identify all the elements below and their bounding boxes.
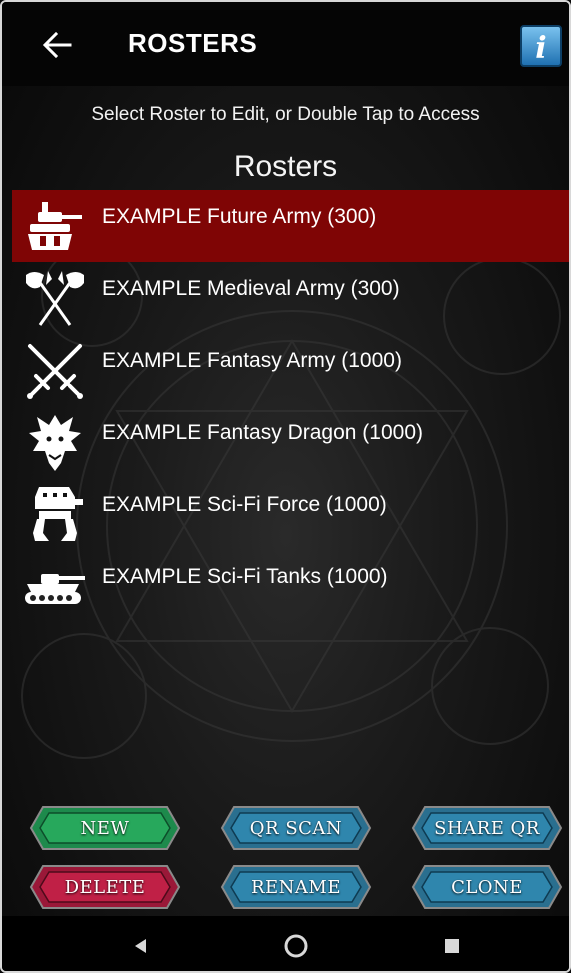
roster-label: EXAMPLE Future Army (300) <box>102 205 377 228</box>
roster-list: EXAMPLE Future Army (300) EXAMPLE Mediev… <box>12 190 569 622</box>
system-navigation-bar <box>2 916 569 971</box>
roster-label: EXAMPLE Fantasy Dragon (1000) <box>102 421 423 444</box>
new-button-label: NEW <box>80 817 130 839</box>
list-item[interactable]: EXAMPLE Future Army (300) <box>12 190 569 262</box>
svg-text:i: i <box>535 31 546 66</box>
delete-button[interactable]: DELETE <box>29 864 181 910</box>
list-item[interactable]: EXAMPLE Sci-Fi Tanks (1000) <box>12 550 569 622</box>
info-icon: i <box>520 25 562 67</box>
list-item[interactable]: EXAMPLE Fantasy Army (1000) <box>12 334 569 406</box>
app-screen: ROSTERS i Select Roster to Edit, or Doub… <box>0 0 571 973</box>
top-app-bar: ROSTERS i <box>2 2 569 86</box>
mech-head-icon <box>16 193 94 259</box>
walker-mech-icon <box>16 481 94 547</box>
info-button[interactable]: i <box>520 25 562 67</box>
nav-home-button[interactable] <box>276 930 316 962</box>
qr-scan-button[interactable]: QR SCAN <box>220 805 372 851</box>
list-item[interactable]: EXAMPLE Fantasy Dragon (1000) <box>12 406 569 478</box>
list-item[interactable]: EXAMPLE Medieval Army (300) <box>12 262 569 334</box>
clone-button-label: CLONE <box>451 876 523 898</box>
clone-button[interactable]: CLONE <box>411 864 563 910</box>
square-recents-icon <box>445 939 459 953</box>
share-qr-button-label: SHARE QR <box>434 817 540 839</box>
triangle-back-icon <box>135 939 146 953</box>
qr-scan-button-label: QR SCAN <box>249 817 343 839</box>
roster-label: EXAMPLE Sci-Fi Force (1000) <box>102 493 387 516</box>
circle-home-icon <box>284 934 308 958</box>
page-title: ROSTERS <box>128 28 258 58</box>
tank-icon <box>16 553 94 619</box>
new-button[interactable]: NEW <box>29 805 181 851</box>
crossed-swords-icon <box>16 337 94 403</box>
roster-label: EXAMPLE Medieval Army (300) <box>102 277 400 300</box>
roster-label: EXAMPLE Fantasy Army (1000) <box>102 349 402 372</box>
rename-button-label: RENAME <box>250 876 341 898</box>
delete-button-label: DELETE <box>64 876 146 898</box>
nav-recents-button[interactable] <box>432 930 472 962</box>
list-item[interactable]: EXAMPLE Sci-Fi Force (1000) <box>12 478 569 550</box>
arrow-left-icon <box>42 32 72 58</box>
roster-label: EXAMPLE Sci-Fi Tanks (1000) <box>102 565 388 588</box>
back-button[interactable] <box>32 24 82 66</box>
section-heading: Rosters <box>233 150 338 183</box>
instruction-text: Select Roster to Edit, or Double Tap to … <box>91 104 480 125</box>
nav-back-button[interactable] <box>120 930 160 962</box>
dragon-head-icon <box>16 409 94 475</box>
crossed-axes-icon <box>16 265 94 331</box>
share-qr-button[interactable]: SHARE QR <box>411 805 563 851</box>
rename-button[interactable]: RENAME <box>220 864 372 910</box>
